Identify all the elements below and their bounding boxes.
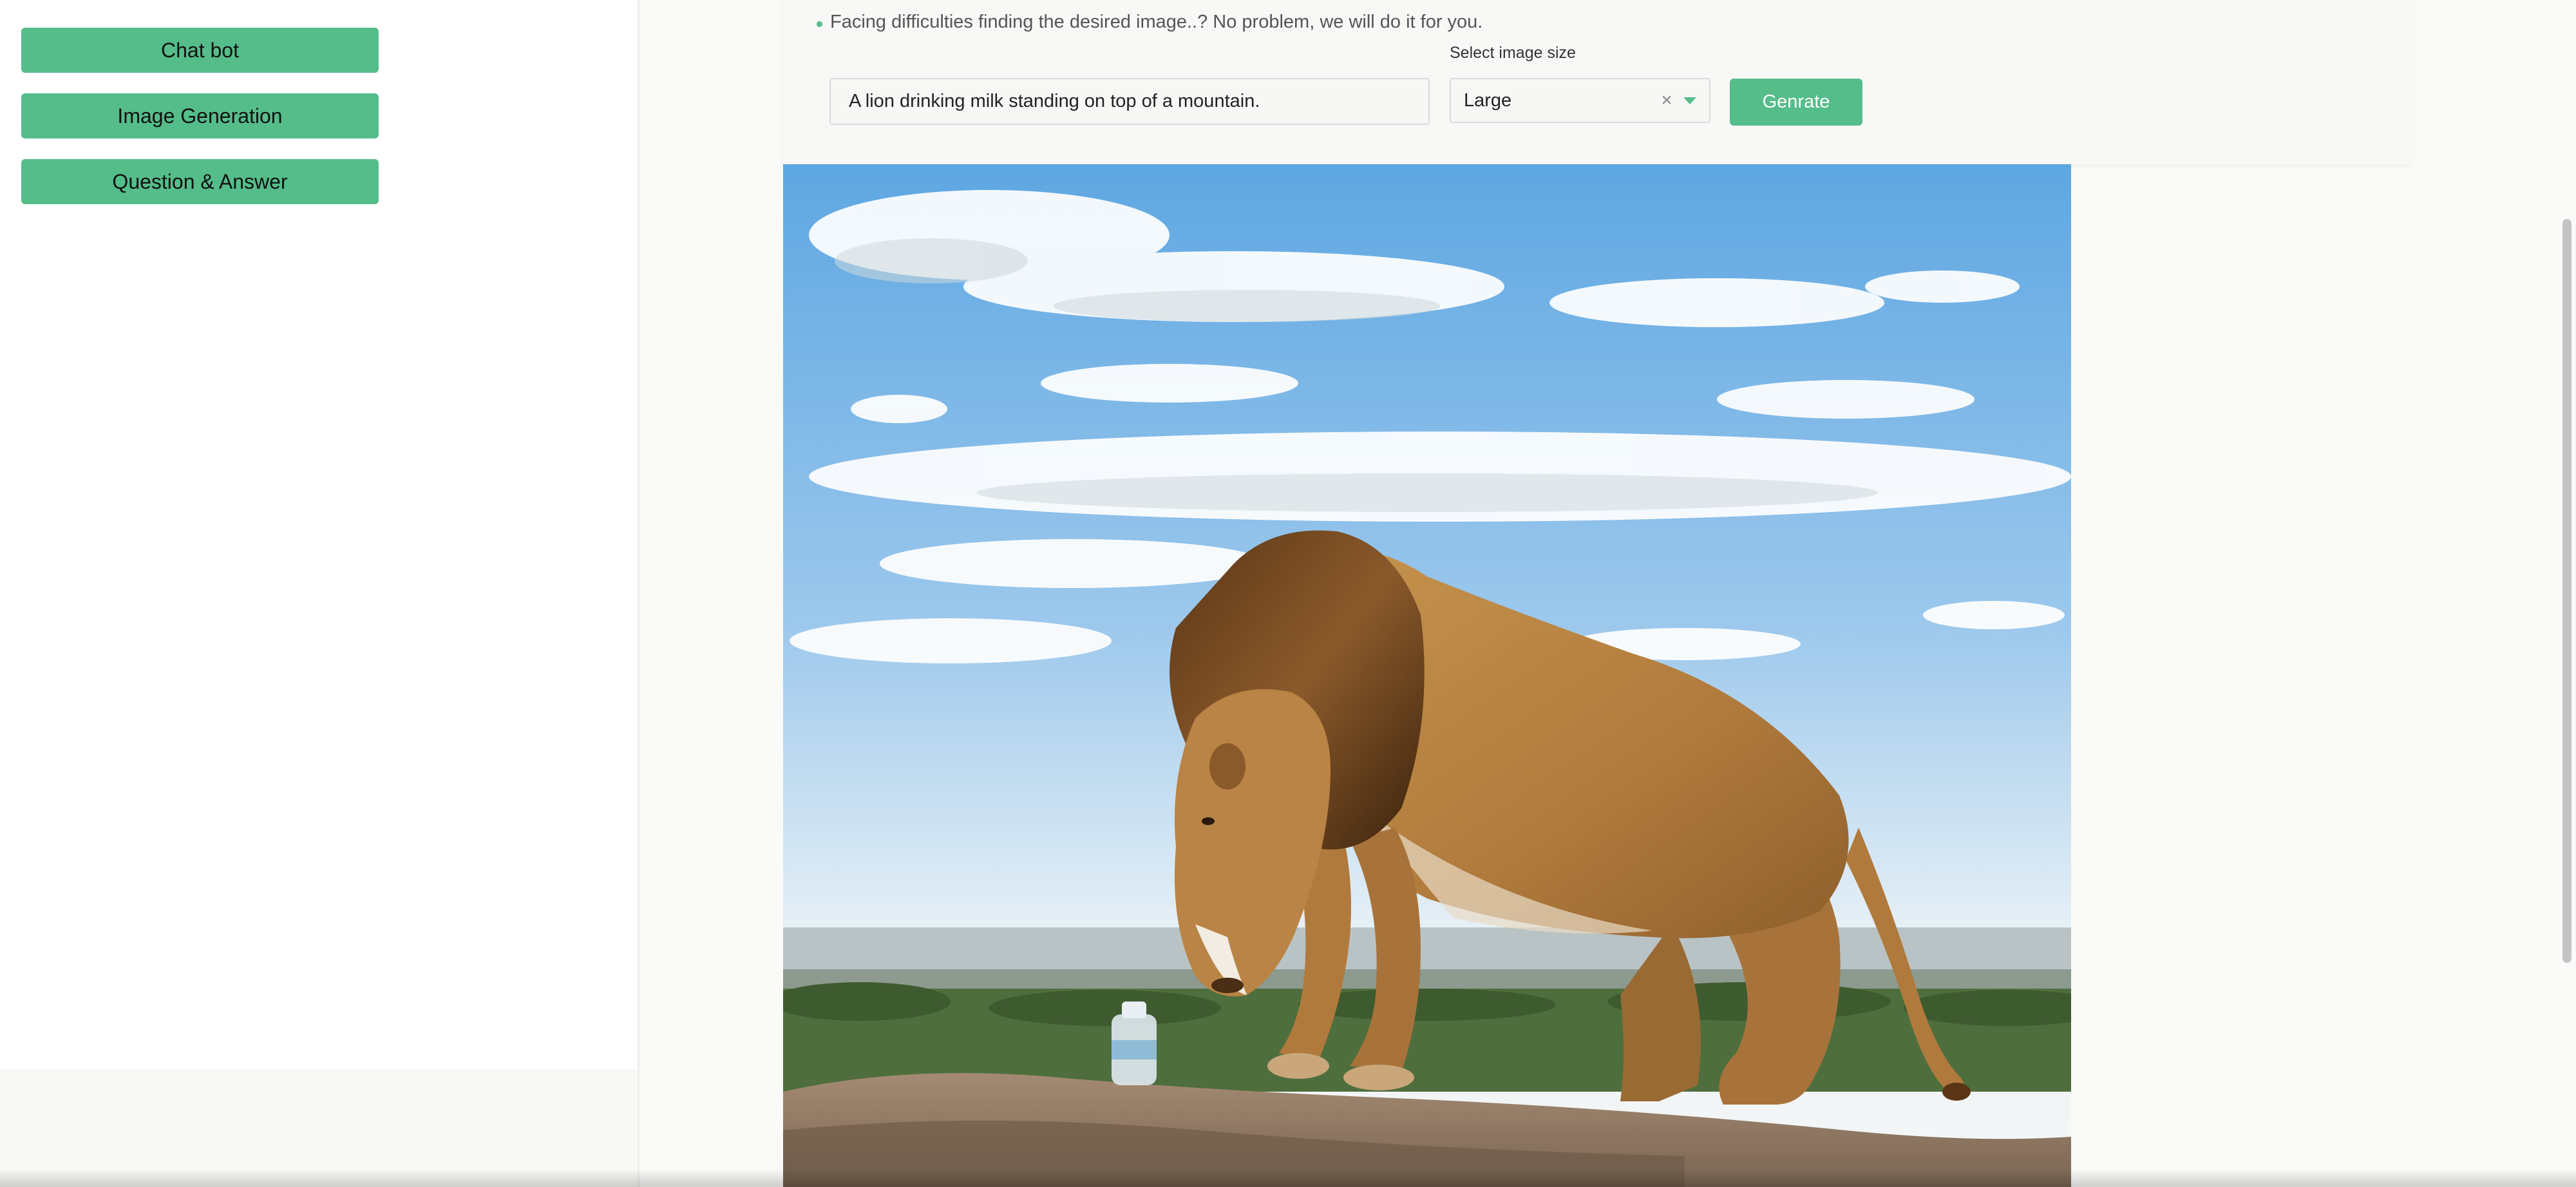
sidebar-footer	[0, 1069, 638, 1187]
scrollbar[interactable]	[2559, 0, 2576, 1187]
tip-text: Facing difficulties finding the desired …	[830, 12, 1483, 32]
sidebar: Chat bot Image Generation Question & Ans…	[0, 0, 638, 1069]
sidebar-divider	[638, 0, 639, 1187]
prompt-input[interactable]	[829, 78, 1430, 125]
image-generation-form: Facing difficulties finding the desired …	[783, 0, 2412, 164]
generated-image	[783, 164, 2071, 1187]
generate-button[interactable]: Genrate	[1730, 79, 1862, 126]
question-answer-button[interactable]: Question & Answer	[21, 159, 379, 204]
chevron-down-icon[interactable]	[1683, 97, 1696, 104]
image-generation-button[interactable]: Image Generation	[21, 93, 379, 138]
image-size-value: Large	[1464, 90, 1512, 111]
tip-text-row: Facing difficulties finding the desired …	[817, 12, 1482, 33]
image-size-select[interactable]: Large ×	[1450, 78, 1710, 123]
image-size-label: Select image size	[1450, 44, 1576, 62]
scrollbar-thumb[interactable]	[2562, 219, 2571, 963]
bullet-icon	[817, 21, 822, 27]
chat-bot-button[interactable]: Chat bot	[21, 28, 379, 73]
close-icon[interactable]: ×	[1654, 90, 1680, 111]
